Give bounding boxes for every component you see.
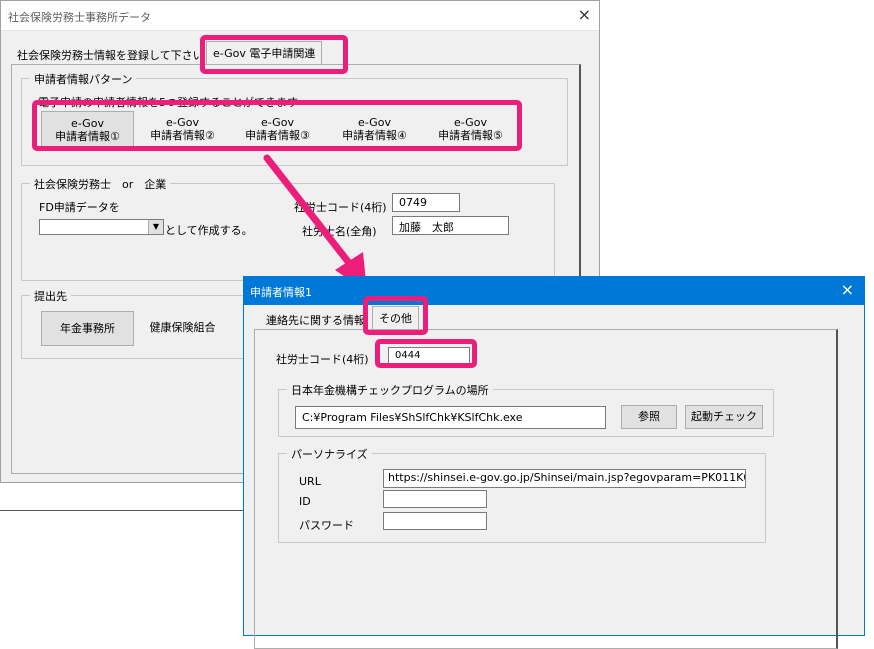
password-input[interactable] <box>383 512 487 530</box>
highlight-other-tab <box>363 296 428 335</box>
fd-label: FD申請データを <box>39 201 120 214</box>
tab-contact-info[interactable]: 連絡先に関する情報 <box>266 312 365 328</box>
fg-code-label: 社労士コード(4桁) <box>276 353 369 366</box>
password-label: パスワード <box>299 519 354 532</box>
chevron-down-icon[interactable]: ▼ <box>148 220 163 234</box>
id-input[interactable] <box>383 490 487 508</box>
browse-label: 参照 <box>638 410 660 423</box>
browse-button[interactable]: 参照 <box>621 405 677 429</box>
pension-office-label: 年金事務所 <box>60 322 115 335</box>
sr-company-legend: 社会保険労務士 or 企業 <box>30 176 171 192</box>
fg-window-title: 申請者情報1 <box>250 286 312 299</box>
program-location-legend: 日本年金機構チェックプログラムの場所 <box>287 382 493 398</box>
program-path-value: C:¥Program Files¥ShSlfChk¥KSlfChk.exe <box>302 411 523 424</box>
url-value: https://shinsei.e-gov.go.jp/Shinsei/main… <box>388 471 746 484</box>
applicant-pattern-legend: 申請者情報パターン <box>30 71 137 87</box>
sr-code-input[interactable]: 0749 <box>392 193 460 212</box>
fg-window-titlebar: 申請者情報1 × <box>244 277 864 305</box>
fd-select[interactable]: ▼ <box>39 219 164 235</box>
url-label: URL <box>299 475 321 488</box>
personalize-legend: パーソナライズ <box>287 446 372 462</box>
close-icon[interactable]: × <box>578 5 591 24</box>
sr-name-input[interactable]: 加藤 太郎 <box>392 216 509 235</box>
bg-window-title: 社会保険労務士事務所データ <box>8 11 151 24</box>
fd-suffix: として作成する。 <box>165 224 253 237</box>
highlight-egov-tab <box>200 35 348 74</box>
highlight-code-input <box>375 339 477 368</box>
url-input[interactable]: https://shinsei.e-gov.go.jp/Shinsei/main… <box>383 469 746 488</box>
bg-window-titlebar: 社会保険労務士事務所データ × <box>1 1 599 31</box>
tab-sr-info[interactable]: 社会保険労務士情報を登録して下さい <box>17 47 204 63</box>
background-window-edge <box>0 510 245 511</box>
close-icon[interactable]: × <box>841 280 854 299</box>
sr-name-value: 加藤 太郎 <box>399 221 454 234</box>
fg-window: 申請者情報1 × 連絡先に関する情報 その他 社労士コード(4桁) 0444 日… <box>243 276 865 649</box>
id-label: ID <box>299 495 311 508</box>
pension-office-button[interactable]: 年金事務所 <box>41 311 134 346</box>
startup-check-button[interactable]: 起動チェック <box>685 405 763 429</box>
health-insurance-button[interactable]: 健康保険組合 <box>136 311 229 346</box>
highlight-applicant-buttons <box>32 100 522 151</box>
sr-code-value: 0749 <box>399 196 427 209</box>
program-path-input[interactable]: C:¥Program Files¥ShSlfChk¥KSlfChk.exe <box>295 406 606 429</box>
startup-check-label: 起動チェック <box>691 410 757 423</box>
health-insurance-label: 健康保険組合 <box>149 321 216 334</box>
submit-to-legend: 提出先 <box>30 288 71 304</box>
